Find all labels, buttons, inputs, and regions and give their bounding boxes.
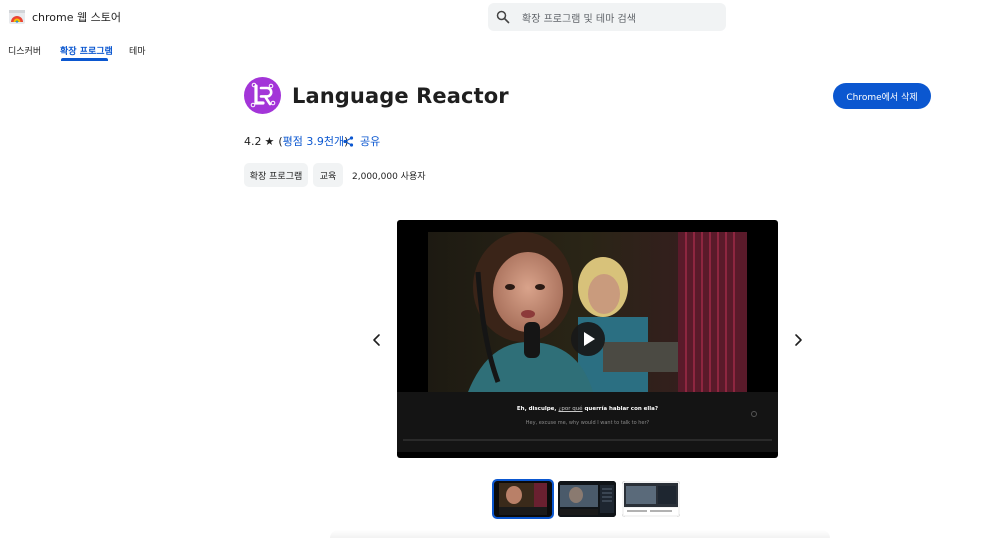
play-icon[interactable] <box>571 322 605 356</box>
extension-title: Language Reactor <box>292 84 509 108</box>
settings-icon[interactable] <box>750 410 758 418</box>
content-card-edge <box>330 530 830 538</box>
search-box[interactable]: 확장 프로그램 및 테마 검색 <box>488 3 726 31</box>
share-label: 공유 <box>360 135 381 148</box>
media-thumbnail-2[interactable] <box>558 481 616 517</box>
rating-value: 4.2 <box>244 134 262 148</box>
subtitle-es-prefix[interactable]: Eh, disculpe, <box>517 406 557 412</box>
thumbnail-1-image <box>494 481 552 517</box>
previous-media-arrow-icon[interactable] <box>370 332 384 348</box>
language-reactor-logo-icon <box>244 77 281 114</box>
ratings-count-link[interactable]: 평점 3.9천개 <box>283 133 344 149</box>
media-thumbnail-1[interactable] <box>492 479 554 519</box>
remove-from-chrome-button[interactable]: Chrome에서 삭제 <box>833 83 931 109</box>
tab-themes[interactable]: 테마 <box>129 44 146 57</box>
video-frame <box>428 232 747 392</box>
user-count: 2,000,000 사용자 <box>352 172 426 182</box>
thumbnail-3-image <box>622 481 680 517</box>
extension-logo <box>244 77 281 114</box>
subtitle-es-bold[interactable]: querría hablar con ella? <box>585 406 659 412</box>
chip-extension-type[interactable]: 확장 프로그램 <box>244 163 308 187</box>
thumbnail-2-image <box>558 481 616 517</box>
video-scene-image <box>428 232 747 392</box>
chip-category-education[interactable]: 교육 <box>313 163 343 187</box>
category-nav: 디스커버 확장 프로그램 테마 <box>0 40 300 64</box>
tab-discover[interactable]: 디스커버 <box>8 44 41 57</box>
subtitle-es-mid[interactable]: ¿por qué <box>558 406 582 412</box>
subtitle-english-line: Hey, excuse me, why would I want to talk… <box>525 420 650 426</box>
next-media-arrow-icon[interactable] <box>791 332 805 348</box>
subtitle-spanish-line: Eh, disculpe, ¿por qué querría hablar co… <box>397 406 778 412</box>
store-name[interactable]: chrome 웹 스토어 <box>32 9 121 25</box>
tab-extensions[interactable]: 확장 프로그램 <box>60 44 113 57</box>
share-button[interactable]: 공유 <box>343 133 380 149</box>
top-bar: chrome 웹 스토어 확장 프로그램 및 테마 검색 <box>0 0 1000 36</box>
share-icon <box>343 135 354 147</box>
media-thumbnail-3[interactable] <box>622 481 680 517</box>
video-progress-bar[interactable] <box>403 439 772 441</box>
active-tab-indicator <box>61 58 108 61</box>
chrome-web-store-logo[interactable] <box>8 8 26 26</box>
search-input[interactable]: 확장 프로그램 및 테마 검색 <box>522 10 636 25</box>
star-icon: ★ <box>264 134 275 148</box>
rating-row: 4.2 ★ ( 평점 3.9천개 ) <box>244 133 348 149</box>
search-icon <box>496 10 510 24</box>
